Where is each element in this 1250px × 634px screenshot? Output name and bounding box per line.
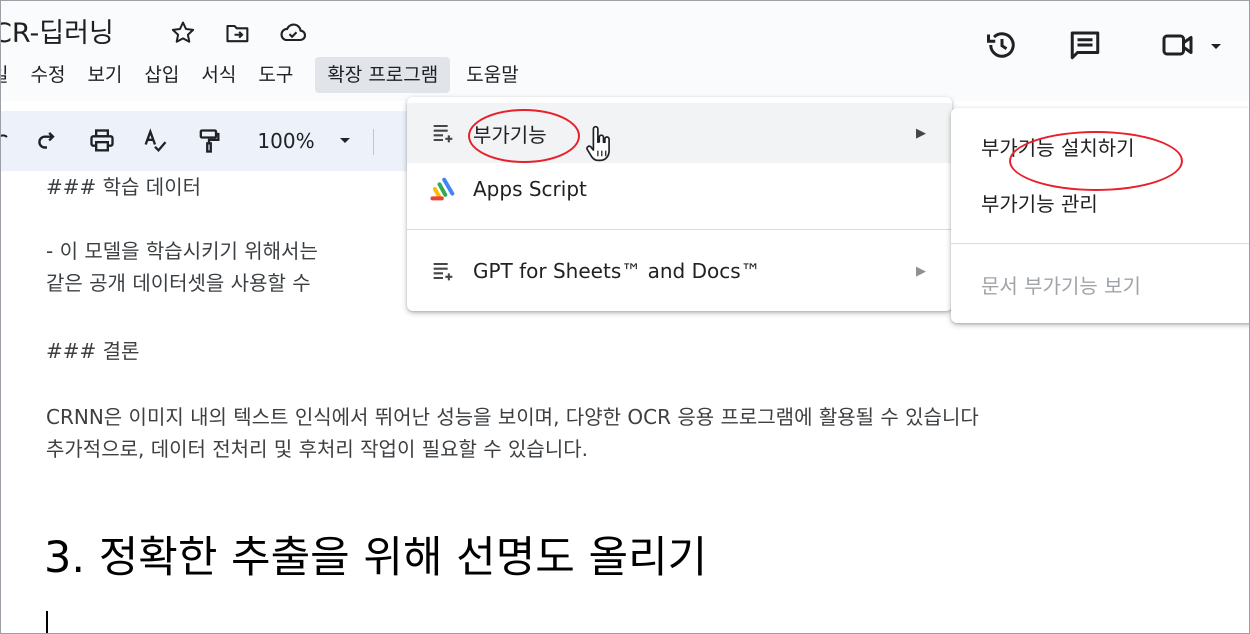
doc-line-6: 추가적으로, 데이터 전처리 및 후처리 작업이 필요할 수 있습니다. <box>46 437 588 461</box>
addons-icon <box>429 119 457 147</box>
doc-line-3: 같은 공개 데이터셋을 사용할 수 <box>46 271 311 295</box>
menu-edit[interactable]: 수정 <box>30 57 79 93</box>
paint-format-icon[interactable] <box>193 123 225 159</box>
document-title[interactable]: CR-딥러닝 <box>1 11 114 50</box>
annotation-ellipse-addons <box>468 109 580 163</box>
menu-item-apps-script[interactable]: Apps Script <box>407 159 952 219</box>
menu-item-gpt-label: GPT for Sheets™ and Docs™ <box>473 259 761 283</box>
submenu-arrow-icon: ▶ <box>916 263 926 279</box>
doc-line-4: ### 결론 <box>46 339 140 363</box>
menu-extensions[interactable]: 확장 프로그램 <box>315 57 451 93</box>
menu-tools[interactable]: 도구 <box>258 57 307 93</box>
print-icon[interactable] <box>85 123 119 159</box>
undo-icon[interactable] <box>1 123 9 159</box>
doc-line-5: CRNN은 이미지 내의 텍스트 인식에서 뛰어난 성능을 보이며, 다양한 O… <box>46 405 979 429</box>
menu-help[interactable]: 도움말 <box>466 57 532 93</box>
menu-bar: 일 수정 보기 삽입 서식 도구 확장 프로그램 도움말 <box>1 57 541 93</box>
comments-icon[interactable] <box>1067 27 1103 67</box>
meet-video-icon[interactable] <box>1159 27 1199 67</box>
hand-pointer-icon <box>585 125 613 169</box>
menu-format[interactable]: 서식 <box>201 57 250 93</box>
annotation-ellipse-install <box>1009 131 1183 191</box>
submenu-view-doc-addons[interactable]: 문서 부가기능 보기 <box>981 270 1141 299</box>
submenu-arrow-icon: ▶ <box>916 125 926 141</box>
cloud-saved-icon[interactable] <box>277 19 307 49</box>
version-history-icon[interactable] <box>984 27 1020 67</box>
menu-insert[interactable]: 삽입 <box>144 57 193 93</box>
toolbar-divider <box>373 129 374 155</box>
menu-divider <box>407 229 952 230</box>
zoom-dropdown-icon[interactable] <box>335 123 355 159</box>
zoom-value[interactable]: 100% <box>251 123 321 159</box>
move-to-folder-icon[interactable] <box>223 19 253 49</box>
submenu-divider <box>951 243 1249 244</box>
apps-script-icon <box>429 175 457 203</box>
dropdown-arrow-icon[interactable] <box>1209 37 1223 56</box>
doc-heading: 3. 정확한 추출을 위해 선명도 올리기 <box>44 533 708 583</box>
menu-item-apps-script-label: Apps Script <box>473 177 587 201</box>
submenu-manage-addons[interactable]: 부가기능 관리 <box>981 188 1098 217</box>
header: CR-딥러닝 일 수정 보기 삽입 서식 도구 확장 프로그램 <box>1 1 1249 101</box>
doc-line-1: ### 학습 데이터 <box>46 175 201 199</box>
menu-view[interactable]: 보기 <box>87 57 136 93</box>
app-window: CR-딥러닝 일 수정 보기 삽입 서식 도구 확장 프로그램 <box>0 0 1250 634</box>
menu-file[interactable]: 일 <box>1 57 22 93</box>
addons-icon <box>429 257 457 285</box>
star-icon[interactable] <box>169 19 199 49</box>
doc-line-2: - 이 모델을 학습시키기 위해서는 <box>46 239 318 263</box>
text-cursor <box>46 611 48 633</box>
menu-item-gpt[interactable]: GPT for Sheets™ and Docs™ ▶ <box>407 241 952 301</box>
redo-icon[interactable] <box>31 123 63 159</box>
spellcheck-icon[interactable] <box>139 123 171 159</box>
